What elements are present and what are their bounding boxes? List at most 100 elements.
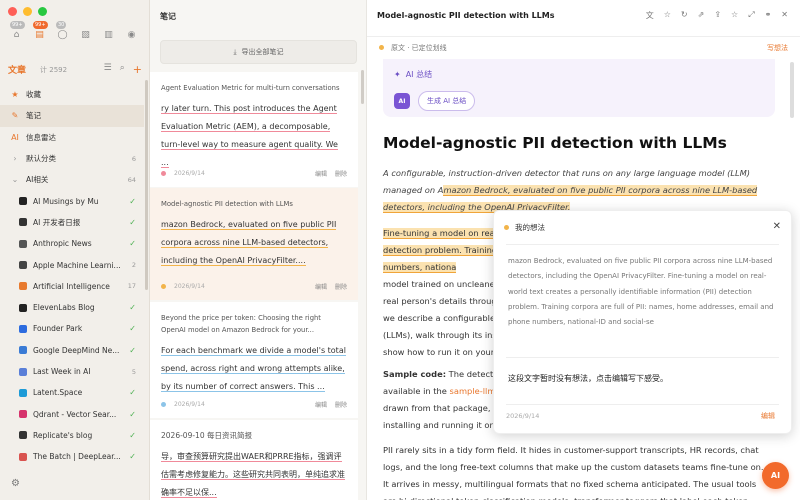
generate-ai-summary-button[interactable]: 生成 AI 总结 [418,91,476,111]
ai-summary-title: AI 总结 [405,70,433,79]
link-icon[interactable]: ⚭ [765,10,772,21]
unread-count: 64 [127,175,136,184]
sidebar-item-top[interactable]: AI 信息雷达 [0,127,144,148]
ai-fab-button[interactable]: AI [762,462,789,489]
share-icon[interactable]: ⇪ [714,10,721,21]
note-delete-button[interactable]: 删除 [335,169,347,178]
sidebar-item-feed[interactable]: The Batch | DeepLear... ✓ [0,446,144,467]
article-toolbar: 文 ☆ ↻ ⇗ ⇪ ☆ ⤢ ⚭ ✕ [646,10,788,21]
sidebar-nav: ★ 收藏 ✎ 笔记 AI 信息雷达 › 默认分类 6 ⌄ AI相关 64 AI Musings by M… [0,84,144,467]
sidebar-item-feed[interactable]: Founder Park ✓ [0,318,144,339]
sidebar-item-label: 默认分类 [26,154,56,164]
sidebar-item-feed[interactable]: ElevenLabs Blog ✓ [0,297,144,318]
image-icon[interactable]: ▧ [78,27,93,42]
open-external-icon[interactable]: ⇗ [698,10,705,21]
popup-edit-button[interactable]: 编辑 [761,411,775,421]
note-card-excerpt: ry later turn. This post introduces the … [161,104,338,168]
sidebar-item-group[interactable]: › 默认分类 6 [0,148,144,169]
write-thought-button[interactable]: 写想法 [767,43,788,53]
list-icon[interactable]: ☰ [104,63,112,76]
note-card-meta: 2026/9/14 编辑 删除 [161,400,347,409]
settings-gear-icon[interactable]: ⚙ [11,478,20,489]
zoom-window-button[interactable] [38,7,47,16]
feed-icon [19,239,27,248]
download-icon: ⤓ [233,47,237,56]
feed-icon [19,218,27,227]
sidebar-item-feed[interactable]: Anthropic News ✓ [0,233,144,254]
sidebar-item-feed[interactable]: Apple Machine Learni... 2 [0,254,144,275]
sidebar-item-label: Last Week in AI [33,367,91,376]
sidebar-item-feed[interactable]: Last Week in AI 5 [0,361,144,382]
sidebar-item-label: Latent.Space [33,388,83,398]
sidebar-item-feed[interactable]: Replicate's blog ✓ [0,425,144,446]
sidebar-item-label: Google DeepMind Ne... [33,345,120,355]
paragraph-line: It arrives in messy, multilingual format… [383,479,757,489]
home-icon[interactable]: ⌂ 99+ [9,21,25,42]
feed-icon [19,197,27,206]
export-label: 导出全部笔记 [241,48,284,56]
note-card[interactable]: 2026-09-10 每日资讯简报导，审查预算研究提出WAER和PRRE指标，强… [150,420,358,500]
star-icon[interactable]: ☆ [664,10,671,21]
popup-divider-mid [506,357,779,358]
minimize-window-button[interactable] [23,7,32,16]
note-edit-button[interactable]: 编辑 [315,282,327,291]
note-edit-button[interactable]: 编辑 [315,400,327,409]
source-status: 原文 · 已定位划线 [391,43,447,52]
refresh-icon[interactable]: ↻ [681,10,688,21]
feed-icon [19,410,27,419]
popup-divider-bottom [506,404,779,405]
popup-thought[interactable]: 这段文字暂时没有想法，点击编辑写下感受。 [508,373,668,384]
note-card[interactable]: Agent Evaluation Metric for multi-turn c… [150,72,358,187]
translate-icon[interactable]: 文 [646,10,654,21]
chat-icon[interactable]: ◯ 30 [55,21,70,42]
unread-count: 6 [131,154,136,163]
note-delete-button[interactable]: 删除 [335,282,347,291]
note-edit-button[interactable]: 编辑 [315,169,327,178]
mic-icon[interactable]: ◉ [124,27,139,42]
note-card[interactable]: Beyond the price per token: Choosing the… [150,302,358,418]
add-icon[interactable]: + [133,63,142,76]
read-check-icon: ✓ [129,388,136,398]
note-card-excerpt: 导，审查预算研究提出WAER和PRRE指标，强调评估需考虑修复能力。这些研究共同… [161,452,345,498]
sidebar-item-feed[interactable]: Qdrant - Vector Sear... ✓ [0,403,144,424]
sidebar-item-top[interactable]: ✎ 笔记 [0,105,144,127]
feed-icon [19,261,27,270]
sidebar-item-label: Anthropic News [33,239,92,249]
sidebar-item-feed[interactable]: Google DeepMind Ne... ✓ [0,340,144,361]
sidebar-item-label: 收藏 [26,90,41,100]
sidebar-item-top[interactable]: ★ 收藏 [0,84,144,105]
export-all-notes-button[interactable]: ⤓ 导出全部笔记 [160,40,357,64]
feed-icon [19,452,27,461]
close-icon[interactable]: ✕ [781,10,788,21]
sidebar-item-label: AI 开发者日报 [33,217,81,227]
note-card-meta: 2026/9/14 编辑 删除 [161,169,347,178]
book-icon[interactable]: ▥ [101,27,116,42]
expand-icon[interactable]: ⤢ [748,10,754,21]
note-card-title: 2026-09-10 每日资讯简报 [161,431,252,440]
note-delete-button[interactable]: 删除 [335,400,347,409]
sidebar-item-group[interactable]: ⌄ AI相关 64 [0,169,144,190]
feed-icon [19,431,27,440]
articles-header: 文章 计 2592 ☰ ⌕ + [8,63,142,76]
notes-icon[interactable]: ▤ 99+ [32,21,48,42]
note-card[interactable]: Model-agnostic PII detection with LLMs ma… [150,188,358,300]
article-scrollbar[interactable] [790,62,794,118]
sidebar-item-feed[interactable]: AI Musings by Mu ✓ [0,190,144,211]
unread-count: 5 [131,367,136,376]
sidebar-item-feed[interactable]: AI 开发者日报 ✓ [0,212,144,233]
search-icon[interactable]: ⌕ [120,63,125,76]
sidebar-item-feed[interactable]: Artificial Intelligence 17 [0,276,144,297]
close-window-button[interactable] [8,7,17,16]
sidebar-item-feed[interactable]: Latent.Space ✓ [0,382,144,403]
sidebar-item-label: 信息雷达 [26,132,56,142]
read-check-icon: ✓ [129,303,136,313]
sample-code-label: Sample code: [383,369,447,379]
icon-badge: 30 [56,21,67,29]
popup-close-icon[interactable]: ✕ [773,221,781,232]
popup-divider-top [506,244,779,245]
notes-scrollbar[interactable] [361,70,364,104]
sidebar-scrollbar[interactable] [145,80,148,290]
article-intro: A configurable, instruction-driven detec… [383,165,783,216]
feed-icon [19,282,27,291]
bookmark-icon[interactable]: ☆ [731,10,738,21]
